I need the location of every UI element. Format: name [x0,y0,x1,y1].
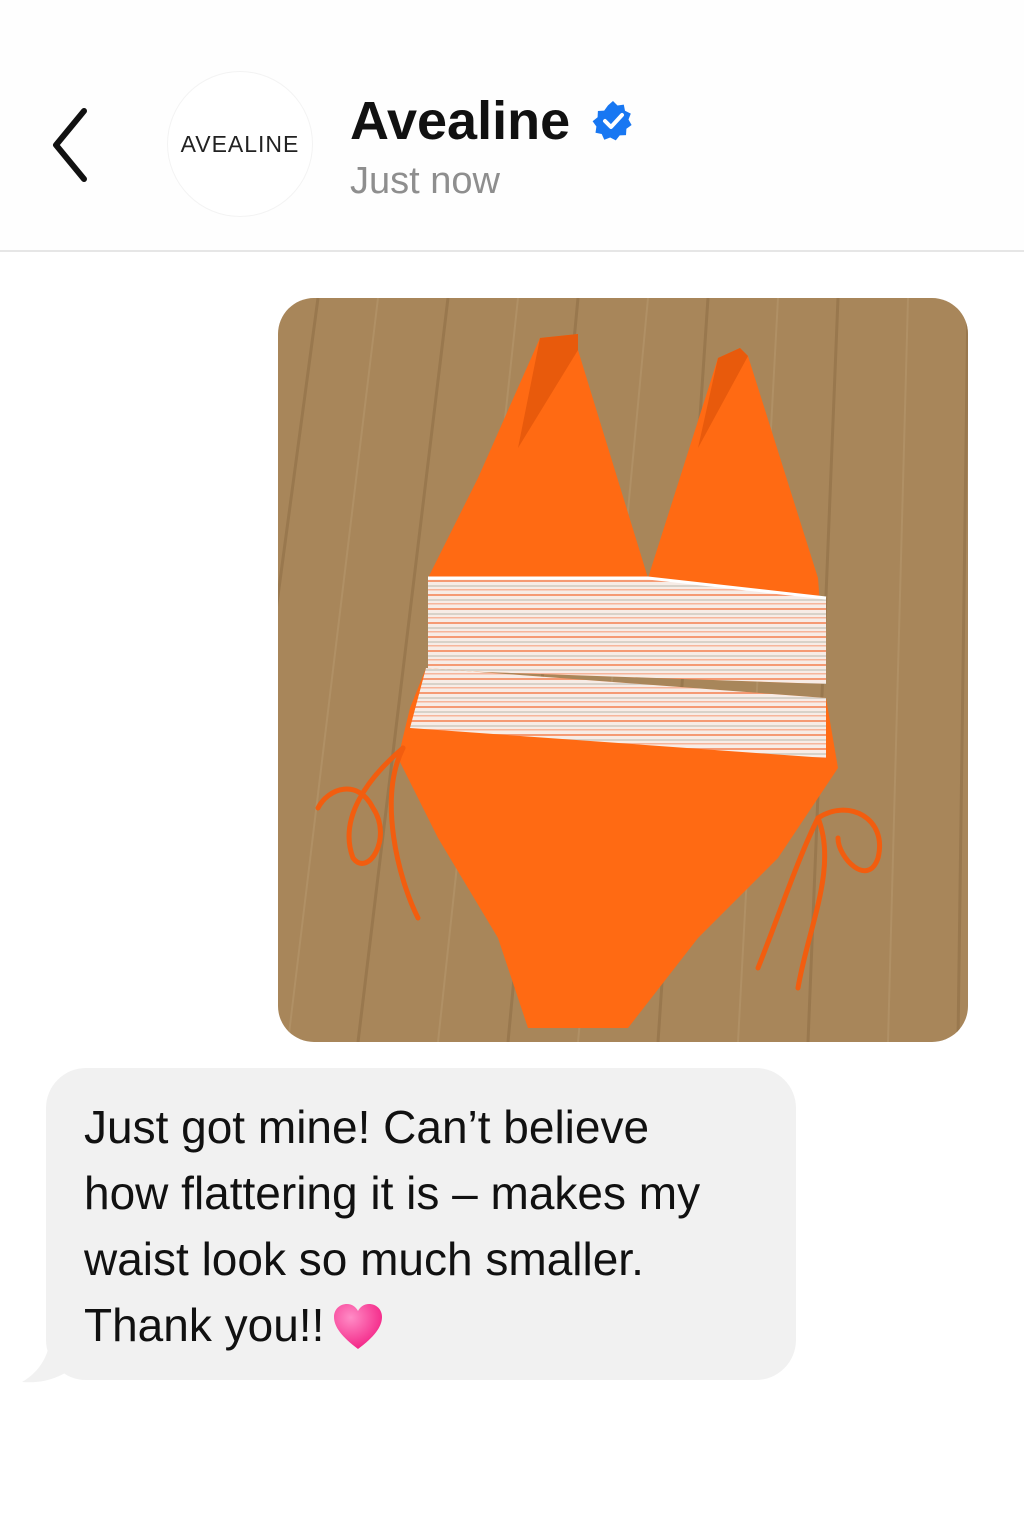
pink-heart-icon [334,1304,383,1349]
photo-message[interactable] [278,298,968,1042]
verified-badge-icon [592,101,632,141]
status-timestamp: Just now [350,160,500,202]
chevron-left-icon [53,108,87,182]
message-text: Just got mine! Can’t believe how flatter… [84,1101,701,1351]
contact-name[interactable]: Avealine [350,90,634,152]
back-button[interactable] [36,100,106,190]
incoming-message-bubble[interactable]: Just got mine! Can’t believe how flatter… [46,1068,796,1380]
chat-header: AVEALINE Avealine Just now [0,0,1024,252]
avatar-logo-text: AVEALINE [180,130,300,157]
contact-name-text: Avealine [350,91,571,151]
avatar[interactable]: AVEALINE [168,72,312,216]
bikini-photo [278,298,968,1042]
